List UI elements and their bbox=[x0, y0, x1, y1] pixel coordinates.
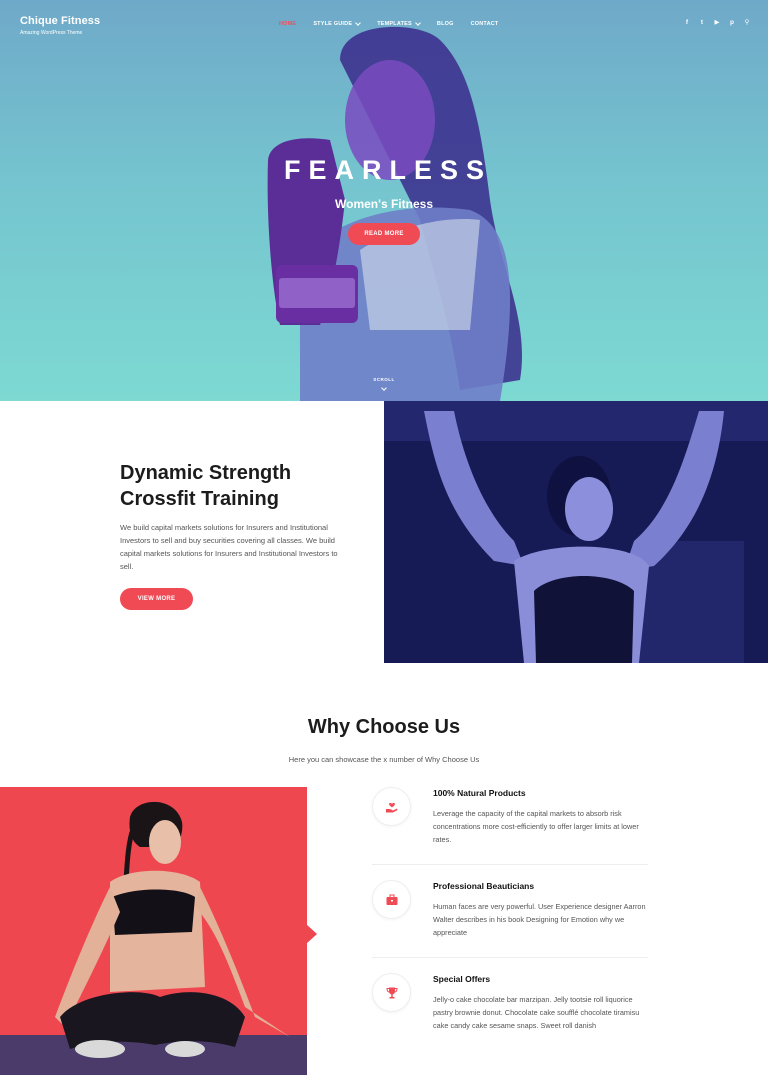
hand-heart-glyph bbox=[385, 802, 397, 812]
divider bbox=[372, 957, 648, 958]
search-icon[interactable]: ⚲ bbox=[744, 19, 750, 27]
scroll-label[interactable]: SCROLL bbox=[0, 377, 768, 382]
chevron-down-icon bbox=[355, 20, 362, 26]
feature-title: Professional Beauticians bbox=[433, 881, 535, 891]
nav-label: CONTACT bbox=[470, 21, 499, 27]
site-tagline: Amazing WordPress Theme bbox=[20, 30, 83, 36]
divider bbox=[372, 864, 648, 865]
pinterest-icon[interactable]: p bbox=[729, 19, 735, 27]
nav-item-style-guide[interactable]: STYLE GUIDE bbox=[313, 20, 362, 27]
strength-title: Dynamic Strength Crossfit Training bbox=[120, 462, 292, 510]
nav-item-contact[interactable]: CONTACT bbox=[471, 21, 499, 27]
feature-title: 100% Natural Products bbox=[433, 788, 526, 798]
feature-text: Human faces are very powerful. User Expe… bbox=[433, 902, 646, 937]
hero-title: FEARLESS bbox=[283, 155, 493, 185]
nav-item-blog[interactable]: BLOG bbox=[437, 21, 454, 27]
nav-label: TEMPLATES bbox=[377, 21, 412, 27]
nav-label: BLOG bbox=[436, 21, 454, 27]
briefcase-icon bbox=[372, 880, 411, 919]
feature-item: Professional Beauticians Human faces are… bbox=[372, 880, 648, 940]
why-subtitle: Here you can showcase the x number of Wh… bbox=[288, 755, 480, 764]
twitter-icon[interactable]: t bbox=[699, 19, 705, 27]
crossfit-photo bbox=[384, 401, 768, 663]
facebook-icon[interactable]: f bbox=[684, 19, 690, 27]
trophy-glyph bbox=[385, 987, 398, 998]
feature-title: Special Offers bbox=[433, 974, 491, 984]
feature-text: Leverage the capacity of the capital mar… bbox=[433, 809, 639, 844]
nav-item-templates[interactable]: TEMPLATES bbox=[377, 20, 421, 27]
feature-item: 100% Natural Products Leverage the capac… bbox=[372, 787, 648, 847]
hero-subtitle: Women's Fitness bbox=[335, 197, 433, 211]
hand-heart-icon bbox=[372, 787, 411, 826]
nav-label: STYLE GUIDE bbox=[313, 21, 353, 27]
trophy-icon bbox=[372, 973, 411, 1012]
site-title[interactable]: Chique Fitness bbox=[20, 15, 100, 27]
youtube-icon[interactable]: ▶ bbox=[714, 19, 720, 27]
nav-item-home[interactable]: HOME bbox=[279, 21, 296, 27]
yoga-image bbox=[0, 787, 307, 1075]
hero-section: Chique Fitness Amazing WordPress Theme H… bbox=[0, 0, 768, 401]
briefcase-glyph bbox=[386, 894, 397, 905]
why-title: Why Choose Us bbox=[307, 716, 461, 738]
nav-label: HOME bbox=[279, 21, 297, 27]
social-links: f t ▶ p ⚲ bbox=[684, 19, 750, 27]
yoga-photo bbox=[0, 787, 307, 1075]
feature-text: Jelly-o cake chocolate bar marzipan. Jel… bbox=[433, 995, 640, 1030]
pointer-arrow bbox=[306, 924, 317, 944]
chevron-down-icon bbox=[415, 20, 421, 26]
read-more-button[interactable]: READ MORE bbox=[348, 223, 420, 245]
feature-item: Special Offers Jelly-o cake chocolate ba… bbox=[372, 973, 648, 1048]
view-more-button[interactable]: VIEW MORE bbox=[120, 588, 193, 610]
strength-text: We build capital markets solutions for I… bbox=[120, 523, 338, 571]
main-nav: HOME STYLE GUIDE TEMPLATES BLOG CONTACT bbox=[279, 20, 515, 27]
crossfit-image bbox=[384, 401, 768, 663]
